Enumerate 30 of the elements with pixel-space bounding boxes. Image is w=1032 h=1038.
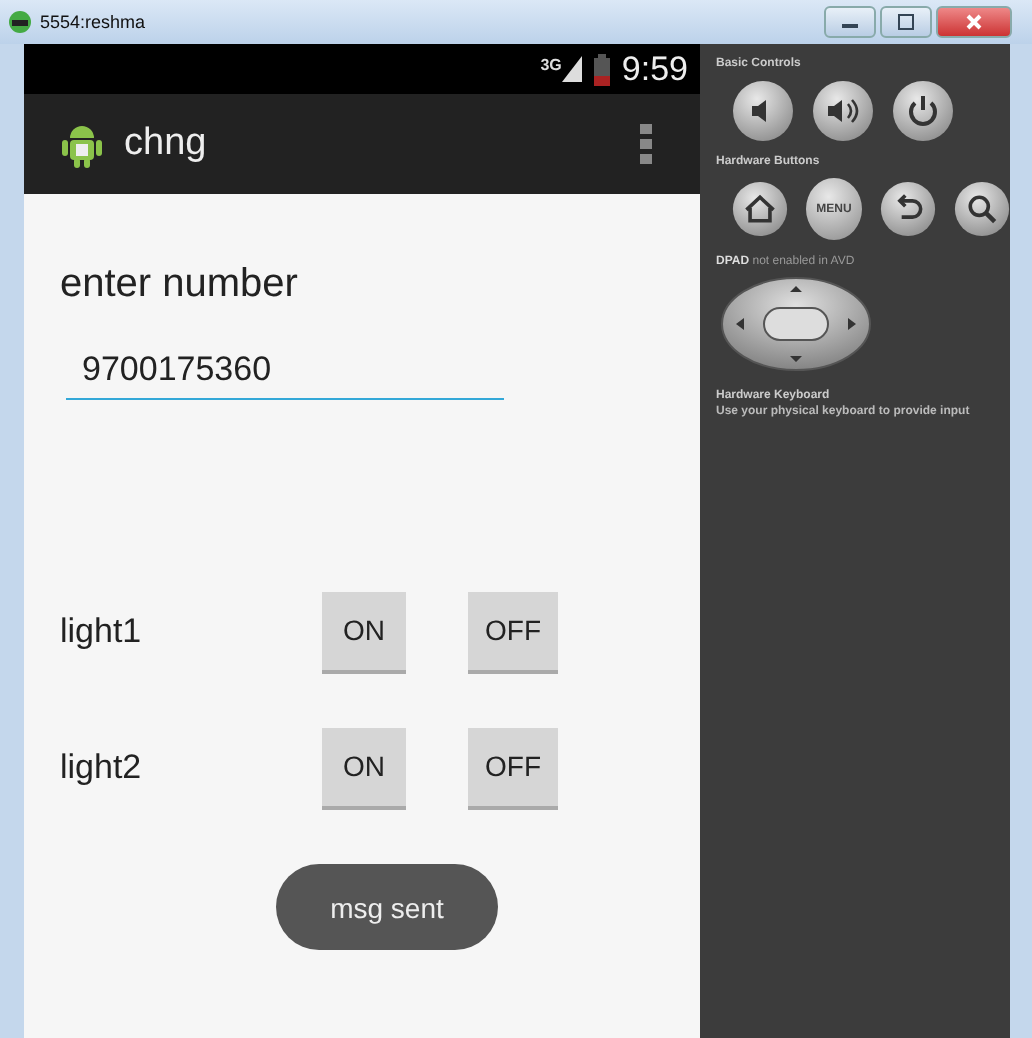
clock: 9:59 [621,49,688,89]
dpad-icon[interactable] [720,276,872,372]
off-button[interactable]: OFF [468,591,558,673]
search-icon[interactable] [954,178,1010,240]
volume-down-icon[interactable] [732,80,794,142]
app-icon [8,10,32,34]
battery-icon [593,53,610,85]
app-title: chng [124,122,209,166]
toast-message: msg sent [276,864,498,950]
network-type: 3G [540,56,562,74]
home-icon[interactable] [732,178,788,240]
light-label: light1 [60,612,144,652]
light-label: light2 [60,748,144,788]
close-button[interactable] [936,6,1012,38]
window-title: 5554:reshma [40,12,148,32]
field-label: enter number [60,262,300,308]
android-icon [60,120,104,168]
on-button[interactable]: ON [322,591,406,673]
number-field[interactable]: 9700175360 [66,348,504,400]
maximize-icon [898,14,914,30]
power-icon[interactable] [892,80,954,142]
minimize-button[interactable] [824,6,876,38]
signal-icon [561,56,582,82]
off-button[interactable]: OFF [468,727,558,809]
back-icon[interactable] [880,178,936,240]
maximize-button[interactable] [880,6,932,38]
on-button[interactable]: ON [322,727,406,809]
overflow-menu-icon[interactable] [640,124,652,164]
volume-up-icon[interactable] [812,80,874,142]
close-icon [966,14,982,30]
